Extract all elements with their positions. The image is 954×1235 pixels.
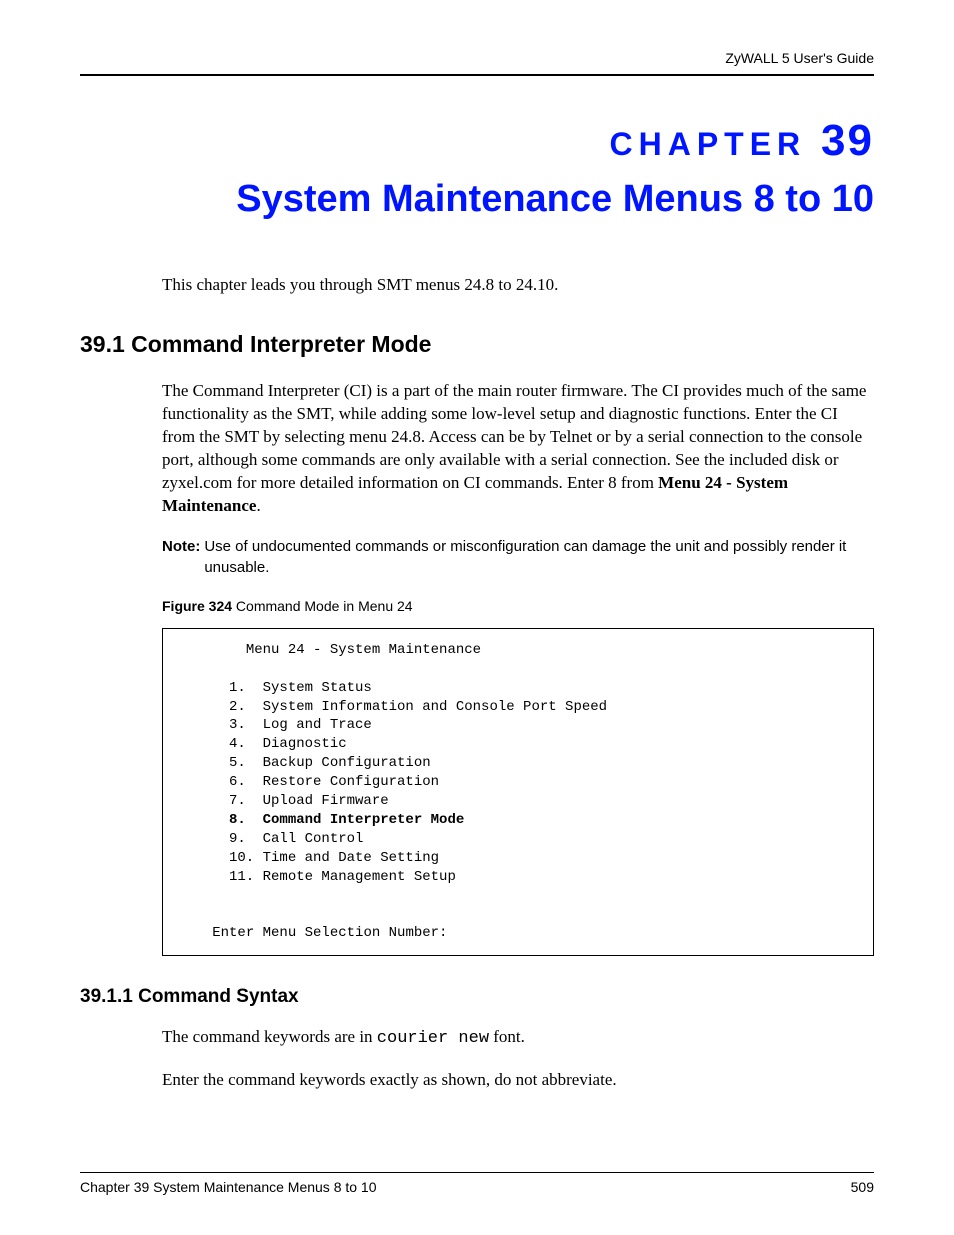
menu-title	[187, 642, 246, 658]
note-text: Use of undocumented commands or misconfi…	[204, 536, 874, 578]
footer-page-number: 509	[851, 1179, 874, 1195]
intro-paragraph: This chapter leads you through SMT menus…	[162, 275, 874, 295]
header-rule	[80, 74, 874, 76]
chapter-number: 39	[821, 116, 874, 165]
chapter-title: System Maintenance Menus 8 to 10	[80, 174, 874, 225]
chapter-label: CHAPTER 39	[80, 116, 874, 166]
header-guide-title: ZyWALL 5 User's Guide	[80, 50, 874, 74]
chapter-word: CHAPTER	[609, 126, 806, 162]
menu-prompt: Enter Menu Selection Number:	[212, 925, 447, 941]
section-39-1-1-p1: The command keywords are in courier new …	[162, 1026, 874, 1051]
note-label: Note:	[162, 536, 200, 578]
figure-caption-text: Command Mode in Menu 24	[232, 598, 413, 614]
section-heading-39-1: 39.1 Command Interpreter Mode	[80, 331, 874, 358]
section-39-1-paragraph: The Command Interpreter (CI) is a part o…	[162, 380, 874, 518]
para-text-2: .	[256, 496, 260, 515]
figure-label: Figure 324	[162, 598, 232, 614]
menu-title-text: Menu 24 - System Maintenance	[246, 642, 481, 658]
page-footer: Chapter 39 System Maintenance Menus 8 to…	[80, 1172, 874, 1195]
figure-caption: Figure 324 Command Mode in Menu 24	[162, 598, 874, 614]
p1-mono: courier new	[377, 1029, 489, 1048]
menu-items-post: 9. Call Control 10. Time and Date Settin…	[187, 831, 456, 885]
footer-rule	[80, 1172, 874, 1173]
menu-code-box: Menu 24 - System Maintenance 1. System S…	[162, 628, 874, 956]
p1-b: font.	[489, 1027, 525, 1046]
section-heading-39-1-1: 39.1.1 Command Syntax	[80, 986, 874, 1008]
menu-prompt-indent	[187, 925, 212, 941]
menu-items-pre: 1. System Status 2. System Information a…	[187, 680, 607, 809]
section-39-1-1-p2: Enter the command keywords exactly as sh…	[162, 1069, 874, 1092]
p1-a: The command keywords are in	[162, 1027, 377, 1046]
footer-left: Chapter 39 System Maintenance Menus 8 to…	[80, 1179, 377, 1195]
menu-item-8-bold: 8. Command Interpreter Mode	[187, 812, 464, 828]
note-block: Note: Use of undocumented commands or mi…	[162, 536, 874, 578]
